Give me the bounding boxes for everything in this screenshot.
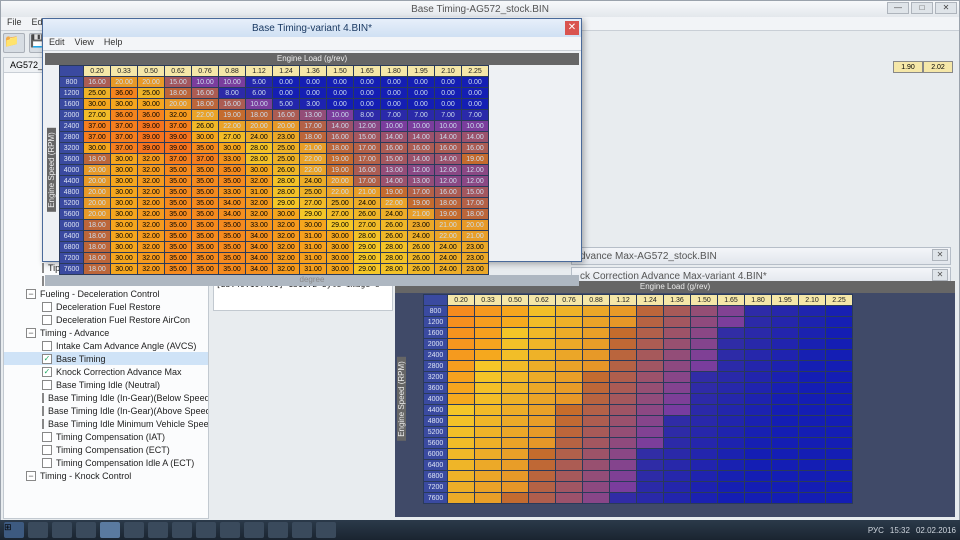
task-icon[interactable] <box>124 522 144 538</box>
tree-item-label[interactable]: Timing Compensation (IAT) <box>56 432 165 442</box>
tree-checkbox[interactable] <box>42 393 44 403</box>
tree-checkbox[interactable] <box>42 380 52 390</box>
task-icon[interactable] <box>100 522 120 538</box>
tree-checkbox[interactable] <box>42 302 52 312</box>
map2-table: 0.200.330.500.620.760.881.121.241.361.50… <box>395 294 955 504</box>
child-menubar: Edit View Help <box>43 37 581 51</box>
header-cell: 1.90 <box>893 61 923 73</box>
task-icon[interactable] <box>220 522 240 538</box>
task-icon[interactable] <box>316 522 336 538</box>
child-title-text: Base Timing-variant 4.BIN* <box>252 23 372 34</box>
menu-view[interactable]: View <box>75 37 94 50</box>
tree-row[interactable]: −Timing - Advance <box>4 326 208 339</box>
tree-row[interactable]: Base Timing Idle (In-Gear)(Below Speed T… <box>4 391 208 404</box>
tree-checkbox[interactable] <box>42 354 52 364</box>
task-icon[interactable] <box>76 522 96 538</box>
tree-row[interactable]: Timing Compensation Idle A (ECT) <box>4 456 208 469</box>
tree-item-label[interactable]: Fueling - Deceleration Control <box>40 289 160 299</box>
open-icon[interactable] <box>3 33 25 53</box>
main-titlebar: Base Timing-AG572_stock.BIN — □ ✕ <box>1 1 959 17</box>
tree-toggle[interactable]: − <box>26 471 36 481</box>
task-icon[interactable] <box>292 522 312 538</box>
task-icon[interactable] <box>244 522 264 538</box>
tree-row[interactable]: Deceleration Fuel Restore <box>4 300 208 313</box>
tree-checkbox[interactable] <box>42 315 52 325</box>
tree-item-label[interactable]: Deceleration Fuel Restore <box>56 302 161 312</box>
tree-item-label[interactable]: Timing - Advance <box>40 328 109 338</box>
close-icon[interactable]: ✕ <box>932 249 948 261</box>
tree-row[interactable]: Base Timing Idle (Neutral) <box>4 378 208 391</box>
close-button[interactable]: ✕ <box>935 2 957 14</box>
header-cell: 2.02 <box>923 61 953 73</box>
tree-row[interactable]: −Fueling - Deceleration Control <box>4 287 208 300</box>
tree-row[interactable]: Base Timing Idle Minimum Vehicle Speed E… <box>4 417 208 430</box>
tree-checkbox[interactable] <box>42 445 52 455</box>
tray-lang[interactable]: РУС <box>868 526 884 535</box>
y-axis-label: Engine Speed (RPM) <box>47 128 56 212</box>
z-axis-label: degree <box>45 275 579 286</box>
task-icon[interactable] <box>148 522 168 538</box>
tree-item-label[interactable]: Base Timing Idle (In-Gear)(Above Speed T… <box>48 406 208 416</box>
tree-row[interactable]: Timing Compensation (ECT) <box>4 443 208 456</box>
system-tray: РУС 15:32 02.02.2016 <box>868 526 956 535</box>
tree-item-label[interactable]: Timing - Knock Control <box>40 471 131 481</box>
tray-date[interactable]: 02.02.2016 <box>916 526 956 535</box>
tree-row[interactable]: Knock Correction Advance Max <box>4 365 208 378</box>
base-timing-window[interactable]: Base Timing-variant 4.BIN* ✕ Edit View Hel… <box>42 18 582 262</box>
knock-map-panel: Engine Load (g/rev) 0.200.330.500.620.76… <box>395 281 955 517</box>
tree-item-label[interactable]: Timing Compensation Idle A (ECT) <box>56 458 194 468</box>
child-titlebar[interactable]: Base Timing-variant 4.BIN* ✕ <box>43 19 581 37</box>
tree-row[interactable]: Base Timing <box>4 352 208 365</box>
tree-item-label[interactable]: Intake Cam Advance Angle (AVCS) <box>56 341 196 351</box>
start-button[interactable]: ⊞ <box>4 522 24 538</box>
tree-item-label[interactable]: Base Timing Idle (Neutral) <box>56 380 160 390</box>
tree-toggle[interactable]: − <box>26 289 36 299</box>
menu-help[interactable]: Help <box>104 37 123 50</box>
tree-checkbox[interactable] <box>42 419 44 429</box>
tree-item-label[interactable]: Base Timing Idle (In-Gear)(Below Speed T… <box>48 393 208 403</box>
tree-item-label[interactable]: Deceleration Fuel Restore AirCon <box>56 315 190 325</box>
tree-item-label[interactable]: Knock Correction Advance Max <box>56 367 182 377</box>
child-close-button[interactable]: ✕ <box>565 21 579 35</box>
maximize-button[interactable]: □ <box>911 2 933 14</box>
tree-row[interactable]: Intake Cam Advance Angle (AVCS) <box>4 339 208 352</box>
timing-heatmap[interactable]: 0.200.330.500.620.760.881.121.241.361.50… <box>59 65 489 275</box>
task-icon[interactable] <box>268 522 288 538</box>
menu-edit[interactable]: Edit <box>49 37 65 50</box>
tree-checkbox[interactable] <box>42 406 44 416</box>
task-icon[interactable] <box>196 522 216 538</box>
tree-item-label[interactable]: Timing Compensation (ECT) <box>56 445 170 455</box>
tree-item-label[interactable]: Base Timing <box>56 354 106 364</box>
tree-checkbox[interactable] <box>42 458 52 468</box>
tree-row[interactable]: Base Timing Idle (In-Gear)(Above Speed T… <box>4 404 208 417</box>
stock-header-fragment: 1.902.02 <box>893 61 953 73</box>
tray-time[interactable]: 15:32 <box>890 526 910 535</box>
minimize-button[interactable]: — <box>887 2 909 14</box>
taskbar: ⊞ РУС 15:32 02.02.2016 <box>0 520 960 540</box>
bg-window-a: dvance Max-AG572_stock.BIN ✕ <box>571 247 951 265</box>
x-axis-label: Engine Load (g/rev) <box>45 53 579 65</box>
tree-row[interactable]: Deceleration Fuel Restore AirCon <box>4 313 208 326</box>
main-title-text: Base Timing-AG572_stock.BIN <box>411 4 549 15</box>
menu-file[interactable]: File <box>7 17 22 30</box>
task-icon[interactable] <box>172 522 192 538</box>
close-icon[interactable]: ✕ <box>932 269 948 281</box>
bg-win-a-title: dvance Max-AG572_stock.BIN <box>580 251 717 262</box>
map-container: Engine Load (g/rev) Engine Speed (RPM) 0… <box>43 51 581 288</box>
tree-row[interactable]: −Timing - Knock Control <box>4 469 208 482</box>
tree-checkbox[interactable] <box>42 341 52 351</box>
task-icon[interactable] <box>28 522 48 538</box>
tree-checkbox[interactable] <box>42 432 52 442</box>
tree-toggle[interactable]: − <box>26 328 36 338</box>
tree-item-label[interactable]: Base Timing Idle Minimum Vehicle Speed E… <box>48 419 208 429</box>
tree-row[interactable]: Timing Compensation (IAT) <box>4 430 208 443</box>
bg-win-b-title: ck Correction Advance Max-variant 4.BIN* <box>580 271 767 282</box>
task-icon[interactable] <box>52 522 72 538</box>
tree-checkbox[interactable] <box>42 367 52 377</box>
